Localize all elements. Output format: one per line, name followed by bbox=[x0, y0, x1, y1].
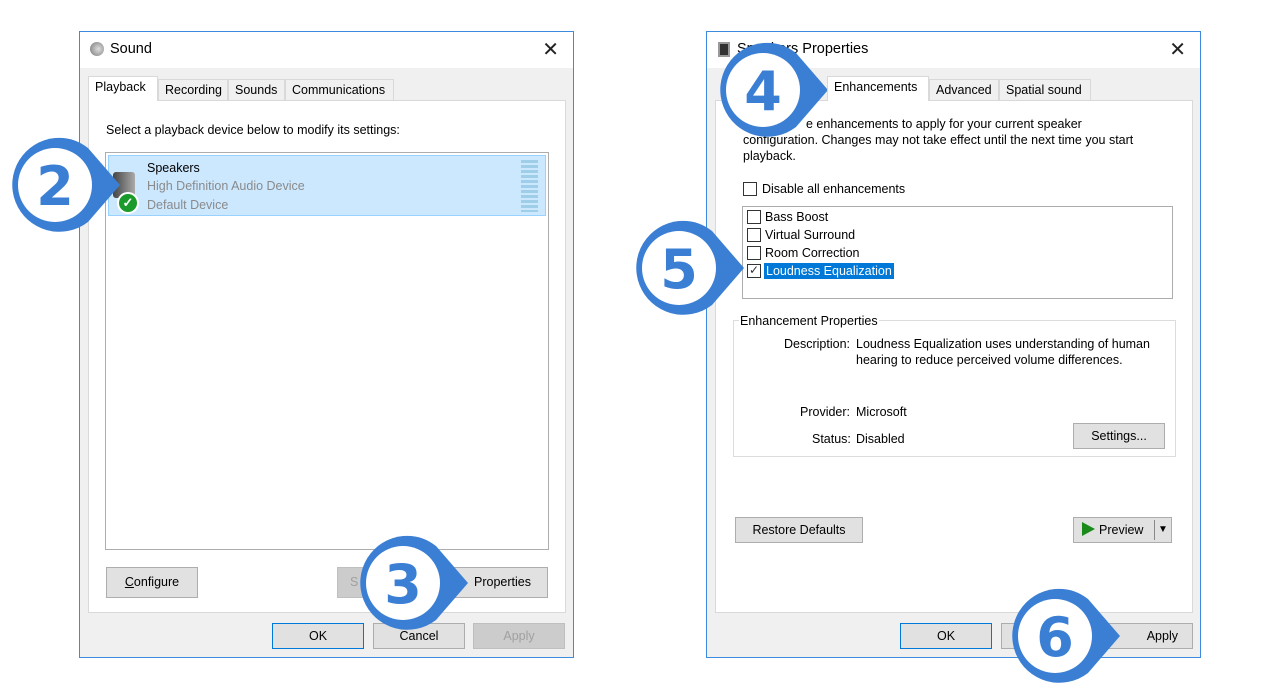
status-value: Disabled bbox=[856, 432, 905, 446]
device-row-speakers[interactable]: ✓ Speakers High Definition Audio Device … bbox=[108, 155, 546, 216]
speaker-icon bbox=[90, 42, 104, 56]
enhancement-item[interactable]: Bass Boost bbox=[765, 210, 828, 224]
provider-label: Provider: bbox=[800, 405, 851, 419]
tab-enhancements[interactable]: Enhancements bbox=[827, 76, 929, 101]
enhancement-properties-group: Enhancement Properties Description: Loud… bbox=[733, 314, 1176, 457]
chevron-down-icon[interactable]: ▼ bbox=[1154, 520, 1171, 540]
callout-step-3: 3 bbox=[356, 533, 486, 633]
enhancement-item[interactable]: Virtual Surround bbox=[765, 228, 855, 242]
device-driver: High Definition Audio Device bbox=[147, 179, 305, 193]
status-label: Status: bbox=[812, 432, 851, 446]
preview-label: Preview bbox=[1099, 523, 1144, 537]
close-icon[interactable]: ✕ bbox=[1169, 37, 1186, 62]
provider-value: Microsoft bbox=[856, 405, 907, 419]
enhancement-item[interactable]: Room Correction bbox=[765, 246, 859, 260]
volume-meter bbox=[521, 160, 538, 212]
sound-window: Sound ✕ Playback Recording Sounds Commun… bbox=[79, 31, 574, 658]
configure-button[interactable]: Configure bbox=[106, 567, 198, 598]
device-list[interactable]: ✓ Speakers High Definition Audio Device … bbox=[105, 152, 549, 550]
tab-advanced[interactable]: Advanced bbox=[929, 79, 999, 101]
tab-panel: e enhancements to apply for your current… bbox=[715, 100, 1193, 613]
tab-playback[interactable]: Playback bbox=[88, 76, 158, 101]
callout-step-6: 6 bbox=[1008, 586, 1138, 686]
tab-communications[interactable]: Communications bbox=[285, 79, 394, 101]
window-title: Sound bbox=[110, 41, 152, 57]
tab-panel: Select a playback device below to modify… bbox=[88, 100, 566, 613]
device-status: Default Device bbox=[147, 198, 229, 212]
close-icon[interactable]: ✕ bbox=[542, 37, 559, 62]
description-line-2: hearing to reduce perceived volume diffe… bbox=[856, 353, 1123, 367]
play-icon bbox=[1082, 522, 1095, 536]
disable-all-label: Disable all enhancements bbox=[762, 182, 906, 196]
title-bar: Sound ✕ bbox=[80, 32, 573, 68]
enhancement-list[interactable]: Bass Boost Virtual Surround Room Correct… bbox=[742, 206, 1173, 299]
restore-defaults-button[interactable]: Restore Defaults bbox=[735, 517, 863, 543]
instruction-text: Select a playback device below to modify… bbox=[106, 123, 400, 137]
apply-button[interactable]: Apply bbox=[473, 623, 565, 649]
preview-button[interactable]: Preview ▼ bbox=[1073, 517, 1172, 543]
callout-step-5: 5 bbox=[632, 218, 762, 318]
tab-sounds[interactable]: Sounds bbox=[228, 79, 285, 101]
description-line-1: Loudness Equalization uses understanding… bbox=[856, 337, 1150, 351]
ok-button[interactable]: OK bbox=[900, 623, 992, 649]
disable-all-checkbox[interactable] bbox=[743, 182, 757, 196]
tab-recording[interactable]: Recording bbox=[158, 79, 228, 101]
tab-spatial-sound[interactable]: Spatial sound bbox=[999, 79, 1091, 101]
settings-button[interactable]: Settings... bbox=[1073, 423, 1165, 449]
device-name: Speakers bbox=[147, 161, 200, 175]
intro-line-3: playback. bbox=[743, 149, 796, 163]
callout-step-2: 2 bbox=[8, 135, 138, 235]
description-label: Description: bbox=[784, 337, 850, 351]
enhancement-item-selected[interactable]: Loudness Equalization bbox=[764, 263, 894, 279]
intro-line-1: e enhancements to apply for your current… bbox=[806, 117, 1082, 131]
ok-button[interactable]: OK bbox=[272, 623, 364, 649]
